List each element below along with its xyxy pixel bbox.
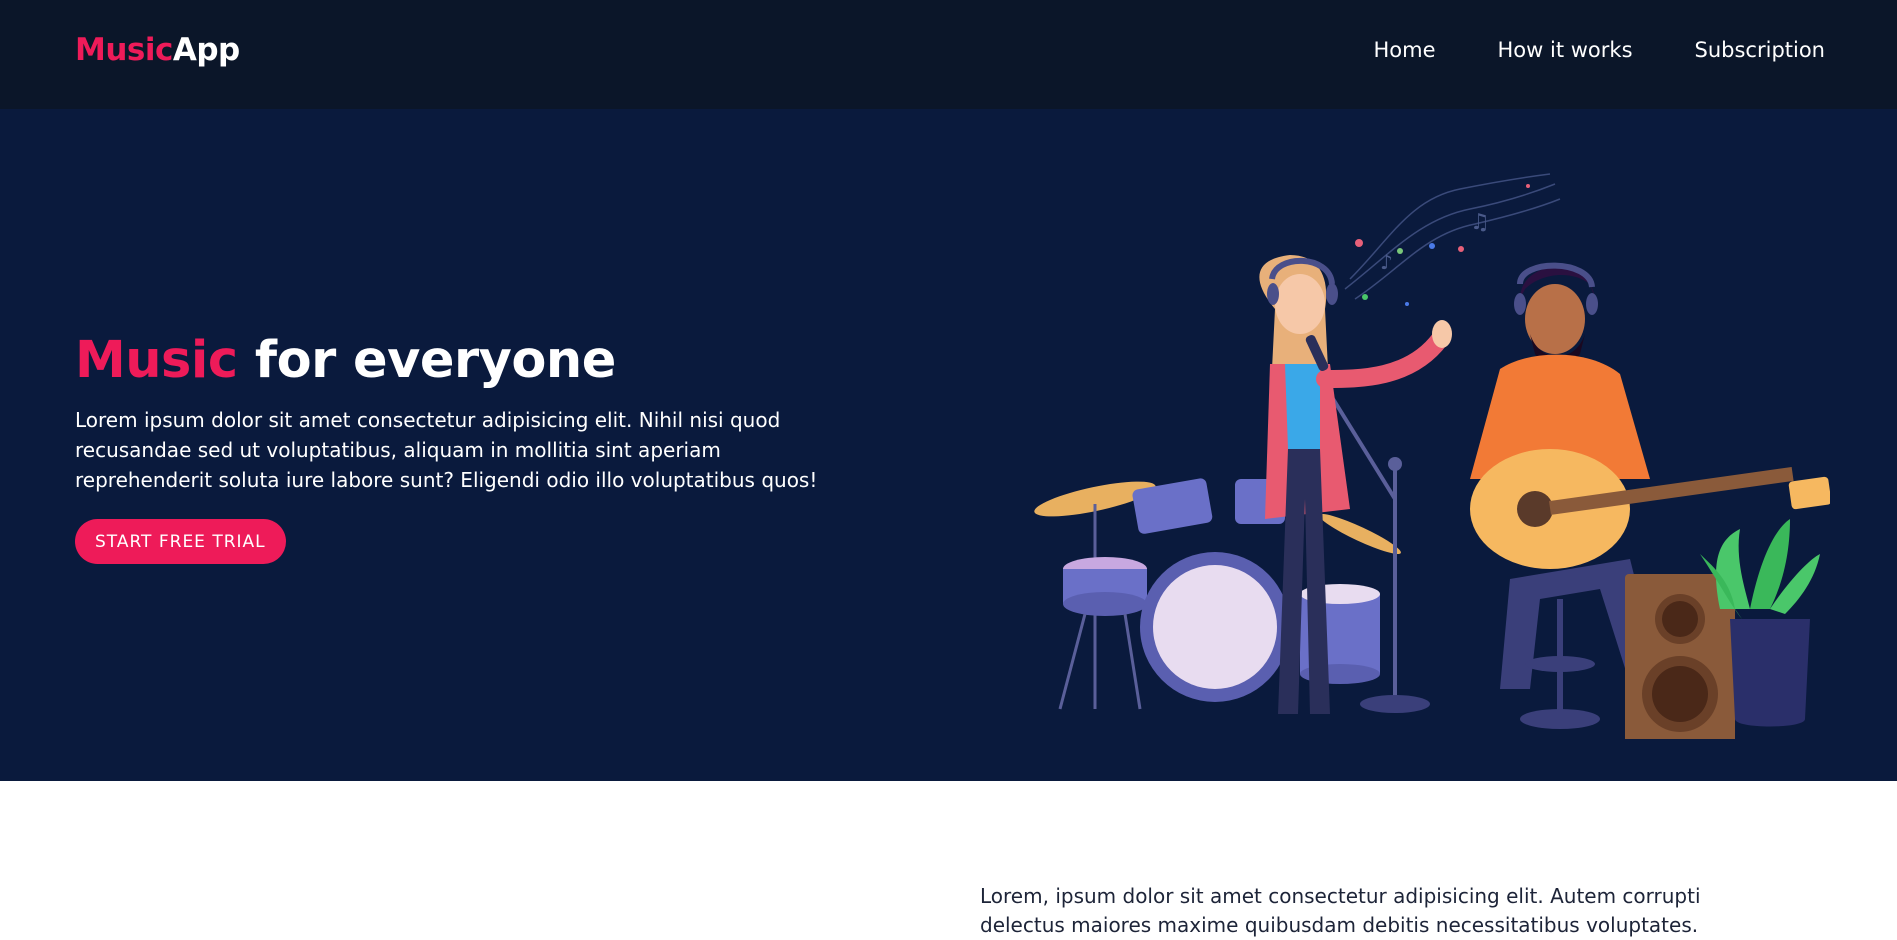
main-nav: Home How it works Subscription <box>1374 38 1826 62</box>
hero-title-rest: for everyone <box>237 331 616 390</box>
music-note-icon: ♫ <box>1470 210 1490 235</box>
navbar: MusicApp Home How it works Subscription <box>0 0 1897 109</box>
hero-title: Music for everyone <box>75 331 616 390</box>
start-free-trial-button[interactable]: START FREE TRIAL <box>75 519 286 564</box>
nav-link-home[interactable]: Home <box>1374 38 1436 62</box>
brand-logo-accent: Music <box>75 32 173 68</box>
drum-kit-graphic <box>1034 478 1401 710</box>
band-illustration: ♫ ♪ <box>1034 173 1830 739</box>
brand-logo-text: App <box>172 32 240 68</box>
svg-text:♪: ♪ <box>1380 250 1393 274</box>
brand-logo[interactable]: MusicApp <box>75 32 240 68</box>
nav-link-how-it-works[interactable]: How it works <box>1498 38 1633 62</box>
hero-section: Music for everyone Lorem ipsum dolor sit… <box>0 109 1897 781</box>
intro-paragraph: Lorem, ipsum dolor sit amet consectetur … <box>980 884 1701 937</box>
nav-link-subscription[interactable]: Subscription <box>1695 38 1825 62</box>
hero-description: Lorem ipsum dolor sit amet consectetur a… <box>75 408 818 492</box>
hero-title-accent: Music <box>75 331 238 390</box>
